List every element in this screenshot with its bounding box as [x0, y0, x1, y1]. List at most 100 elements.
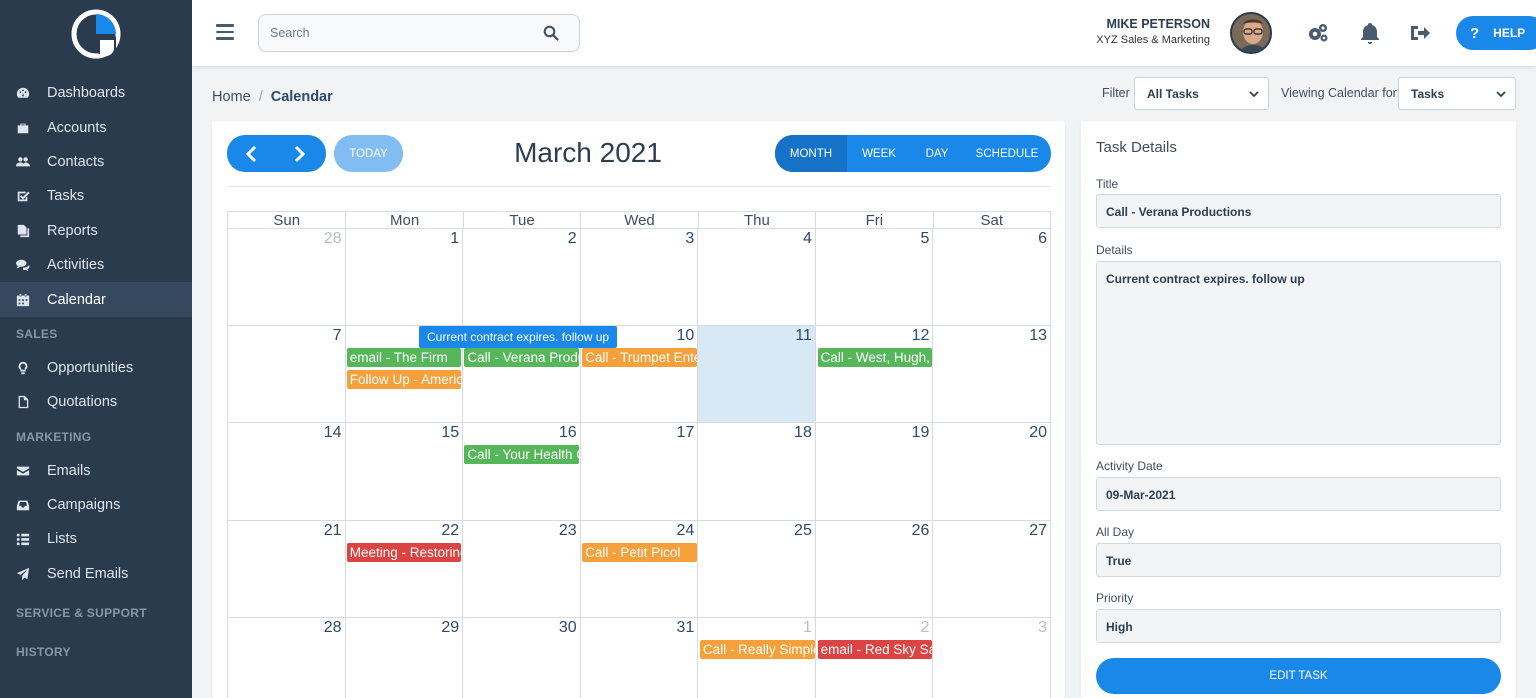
calendar-day-cell[interactable]: 20 [933, 423, 1051, 520]
calendar-event[interactable]: email - The Firm [346, 348, 462, 368]
sidebar-item-campaigns[interactable]: Campaigns [0, 488, 192, 522]
calendar-day-cell[interactable]: 21 [228, 520, 346, 617]
calendar-day-cell[interactable]: 3 [581, 229, 699, 326]
sidebar-item-tasks[interactable]: Tasks [0, 179, 192, 213]
day-number: 19 [911, 424, 930, 442]
calendar-day-cell[interactable]: 6 [933, 229, 1051, 326]
sidebar-item-dashboards[interactable]: Dashboards [0, 76, 192, 110]
sidebar-item-activities[interactable]: Activities [0, 248, 192, 282]
sidebar-item-calendar[interactable]: Calendar [0, 282, 192, 317]
edit-task-button[interactable]: EDIT TASK [1096, 658, 1501, 694]
all-day-field[interactable]: True [1096, 543, 1501, 577]
calendar-day-cell[interactable]: 4 [698, 229, 816, 326]
settings-gears-icon[interactable] [1306, 21, 1330, 45]
chevron-left-icon[interactable] [242, 144, 262, 164]
sidebar-item-lists[interactable]: Lists [0, 522, 192, 556]
calendar-event[interactable]: Call - Petit Picol [582, 542, 697, 562]
calendar-day-cell[interactable]: 31 [581, 617, 699, 698]
calendar-event[interactable]: Call - Trumpet Enterprises [582, 348, 697, 368]
day-number: 23 [558, 521, 577, 539]
calendar-day-cell-today[interactable]: 11 [698, 326, 816, 423]
calendar-day-cell[interactable]: 30 [463, 617, 581, 698]
activity-date-label: Activity Date [1096, 459, 1163, 473]
sidebar-section-history[interactable]: HISTORY [0, 635, 192, 669]
calendar-day-cell[interactable]: 15 [346, 423, 464, 520]
search-input[interactable] [259, 15, 529, 51]
breadcrumb-home[interactable]: Home [212, 89, 251, 105]
sidebar-item-reports[interactable]: Reports [0, 214, 192, 248]
avatar[interactable] [1230, 12, 1272, 54]
calendar-day-cell[interactable]: 1 [346, 229, 464, 326]
calendar-event[interactable]: email - Red Sky Sails [817, 639, 933, 659]
sidebar-item-emails[interactable]: Emails [0, 454, 192, 488]
view-day-button[interactable]: DAY [911, 135, 963, 172]
event-tooltip: Current contract expires. follow up [419, 326, 618, 348]
logout-icon[interactable] [1408, 21, 1432, 45]
calendar-event[interactable]: Call - West, Hugh, and Co [817, 348, 933, 368]
calendar-day-cell[interactable]: 26 [816, 520, 934, 617]
top-bar: MIKE PETERSON XYZ Sales & Marketing ? HE… [192, 0, 1536, 66]
help-button[interactable]: ? HELP [1456, 16, 1536, 50]
sidebar-item-quotations[interactable]: Quotations [0, 385, 192, 419]
search-icon[interactable] [543, 25, 559, 41]
calendar-day-cell[interactable]: 23 [463, 520, 581, 617]
sidebar-item-label: Accounts [47, 119, 107, 136]
calendar-day-cell[interactable]: 16 [463, 423, 581, 520]
calendar-day-cell[interactable]: 25 [698, 520, 816, 617]
calendar-day-cell[interactable]: 2 [463, 229, 581, 326]
calendar-day-cell[interactable]: 28 [228, 229, 346, 326]
view-week-button[interactable]: WEEK [847, 135, 911, 172]
viewing-select[interactable]: Tasks [1398, 77, 1516, 110]
paper-plane-icon [16, 567, 47, 581]
calendar-event[interactable]: Call - Really Simple [699, 639, 815, 659]
calendar-day-cell[interactable]: 17 [581, 423, 699, 520]
hamburger-menu-icon[interactable] [216, 24, 234, 40]
sidebar-item-label: Emails [47, 462, 91, 479]
sidebar-section-service[interactable]: SERVICE & SUPPORT [0, 591, 192, 635]
calendar-day-cell[interactable]: 22 [346, 520, 464, 617]
today-button[interactable]: TODAY [334, 135, 403, 172]
calendar-day-cell[interactable]: 14 [228, 423, 346, 520]
day-number: 3 [685, 230, 695, 247]
day-number: 4 [802, 230, 812, 247]
calendar-day-cell[interactable]: 5 [816, 229, 934, 326]
activity-date-field[interactable]: 09-Mar-2021 [1096, 477, 1501, 511]
calendar-event[interactable]: Follow Up - American [346, 370, 462, 390]
weekday-label: Fri [815, 212, 932, 229]
day-number: 7 [332, 327, 342, 345]
calendar-day-cell[interactable]: 7 [228, 326, 346, 423]
day-number: 16 [558, 424, 577, 442]
title-field[interactable]: Call - Verana Productions [1096, 194, 1501, 228]
calendar-day-cell[interactable]: 12 [816, 326, 934, 423]
calendar-event[interactable]: Call - Your Health Clinic [464, 445, 580, 465]
calendar-day-cell[interactable]: 19 [816, 423, 934, 520]
calendar-day-cell[interactable]: 18 [698, 423, 816, 520]
calendar-day-cell[interactable]: 27 [933, 520, 1051, 617]
sidebar-item-contacts[interactable]: Contacts [0, 145, 192, 179]
calendar-event[interactable]: Call - Verana Productions [464, 348, 580, 368]
filter-select[interactable]: All Tasks [1134, 77, 1269, 110]
viewing-select-value: Tasks [1411, 86, 1445, 101]
chevron-down-icon [1496, 91, 1506, 98]
task-details-header: Task Details [1096, 139, 1177, 156]
view-schedule-button[interactable]: SCHEDULE [963, 135, 1051, 172]
calendar-day-cell[interactable]: 13 [933, 326, 1051, 423]
priority-field[interactable]: High [1096, 609, 1501, 643]
details-field[interactable]: Current contract expires. follow up [1096, 261, 1501, 445]
view-month-button[interactable]: MONTH [775, 135, 847, 172]
calendar-day-cell[interactable]: 3 [933, 617, 1051, 698]
calendar-day-cell[interactable]: 24 [581, 520, 699, 617]
calendar-day-cell[interactable]: 28 [228, 617, 346, 698]
calendar-event[interactable]: Meeting - Restoring [346, 542, 462, 562]
sidebar-item-send-emails[interactable]: Send Emails [0, 557, 192, 591]
calendar-day-cell[interactable]: 29 [346, 617, 464, 698]
sidebar-item-label: Dashboards [47, 85, 126, 102]
breadcrumb-current: Calendar [270, 89, 333, 105]
chevron-right-icon[interactable] [289, 144, 309, 164]
bell-icon[interactable] [1358, 21, 1382, 45]
sidebar-item-accounts[interactable]: Accounts [0, 110, 192, 144]
sidebar-item-opportunities[interactable]: Opportunities [0, 351, 192, 385]
user-info[interactable]: MIKE PETERSON XYZ Sales & Marketing [1072, 17, 1210, 46]
day-number: 13 [1029, 327, 1047, 345]
app-logo[interactable] [70, 8, 122, 60]
